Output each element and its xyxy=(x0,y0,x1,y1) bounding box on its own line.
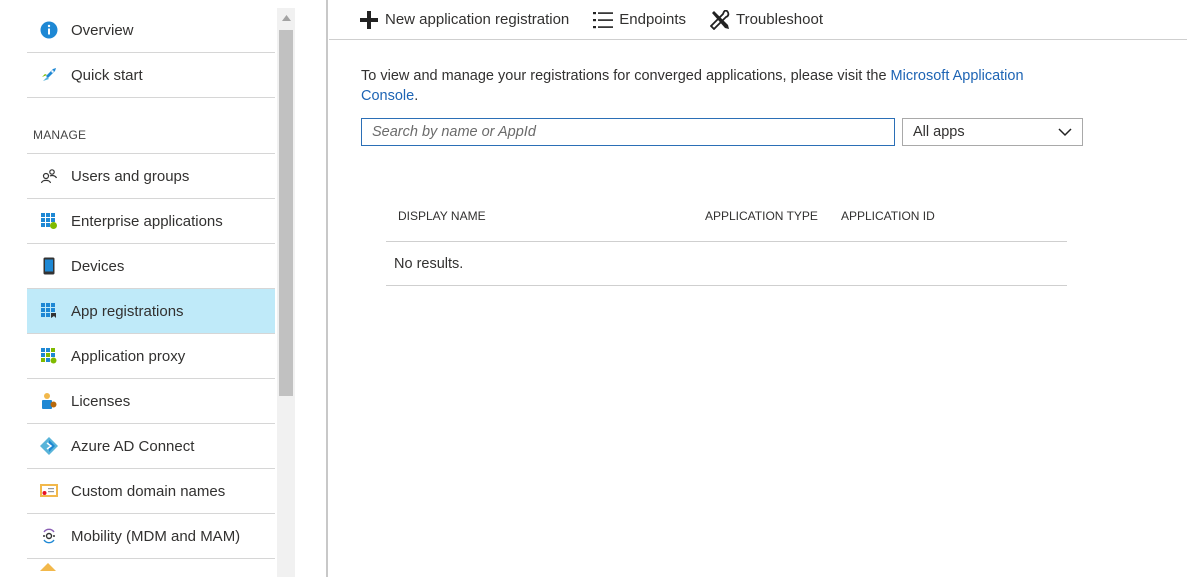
sidebar-item-mobility[interactable]: Mobility (MDM and MAM) xyxy=(27,514,275,559)
sidebar-item-licenses[interactable]: Licenses xyxy=(27,379,275,424)
sidebar-item-label: Application proxy xyxy=(71,347,186,365)
sidebar-item-azure-ad-connect[interactable]: Azure AD Connect xyxy=(27,424,275,469)
troubleshoot-label: Troubleshoot xyxy=(735,11,823,28)
plus-icon xyxy=(360,10,378,29)
app-proxy-icon xyxy=(27,347,71,365)
app-type-filter-value: All apps xyxy=(913,124,965,140)
users-icon xyxy=(27,167,71,185)
table-header: DISPLAY NAME APPLICATION TYPE APPLICATIO… xyxy=(386,195,1067,242)
command-bar: New application registration Endpoints T… xyxy=(329,0,1187,40)
sidebar-item-app-registrations[interactable]: App registrations xyxy=(27,289,275,334)
sidebar-nav: Overview Quick start MANAGE Users and gr… xyxy=(27,8,275,571)
sidebar-item-label: Enterprise applications xyxy=(71,212,223,230)
sidebar-item-label: Users and groups xyxy=(71,167,190,185)
sidebar-item-enterprise-applications[interactable]: Enterprise applications xyxy=(27,199,275,244)
sidebar: Overview Quick start MANAGE Users and gr… xyxy=(0,0,300,577)
list-icon xyxy=(593,11,614,28)
section-header-manage: MANAGE xyxy=(27,98,275,154)
chevron-down-icon xyxy=(1058,127,1072,136)
endpoints-button[interactable]: Endpoints xyxy=(593,11,686,29)
ad-connect-icon xyxy=(27,436,71,456)
main-content: New application registration Endpoints T… xyxy=(329,0,1187,577)
new-application-registration-button[interactable]: New application registration xyxy=(359,10,569,30)
device-icon xyxy=(27,257,71,275)
info-text: To view and manage your registrations fo… xyxy=(361,68,891,84)
partial-icon xyxy=(40,563,56,571)
sidebar-item-label: Licenses xyxy=(71,392,131,410)
app-type-filter-dropdown[interactable]: All apps xyxy=(902,118,1083,146)
sidebar-item-label: Azure AD Connect xyxy=(71,437,195,455)
scrollbar-thumb[interactable] xyxy=(279,30,293,396)
sidebar-item-label: Custom domain names xyxy=(71,482,226,500)
sidebar-item-label: Mobility (MDM and MAM) xyxy=(71,527,241,545)
info-icon xyxy=(27,21,71,39)
sidebar-item-partial xyxy=(27,559,275,571)
sidebar-item-label: Overview xyxy=(71,21,134,39)
app-registrations-table: DISPLAY NAME APPLICATION TYPE APPLICATIO… xyxy=(386,195,1067,286)
new-application-registration-label: New application registration xyxy=(385,11,570,28)
sidebar-scrollbar[interactable] xyxy=(277,8,295,577)
sidebar-item-custom-domain-names[interactable]: Custom domain names xyxy=(27,469,275,514)
sidebar-item-label: Devices xyxy=(71,257,125,275)
licenses-icon xyxy=(27,392,71,410)
domain-icon xyxy=(27,483,71,499)
info-suffix: . xyxy=(414,88,419,104)
pane-divider xyxy=(326,0,328,577)
sidebar-item-label: App registrations xyxy=(71,302,184,320)
column-header-display-name[interactable]: DISPLAY NAME xyxy=(398,209,486,223)
app-registrations-icon xyxy=(27,302,71,320)
search-input[interactable] xyxy=(361,118,895,146)
sidebar-item-label: Quick start xyxy=(71,66,143,84)
table-row-empty: No results. xyxy=(386,242,1067,286)
sidebar-item-devices[interactable]: Devices xyxy=(27,244,275,289)
scroll-up-arrow-icon[interactable] xyxy=(277,8,295,28)
sidebar-item-users-and-groups[interactable]: Users and groups xyxy=(27,154,275,199)
endpoints-label: Endpoints xyxy=(619,11,686,28)
quick-start-icon xyxy=(27,66,71,84)
sidebar-item-quick-start[interactable]: Quick start xyxy=(27,53,275,98)
info-message: To view and manage your registrations fo… xyxy=(361,66,1081,106)
sidebar-item-overview[interactable]: Overview xyxy=(27,8,275,53)
enterprise-apps-icon xyxy=(27,212,71,230)
tools-icon xyxy=(709,9,730,30)
mobility-icon xyxy=(27,527,71,545)
column-header-application-id[interactable]: APPLICATION ID xyxy=(841,209,935,223)
troubleshoot-button[interactable]: Troubleshoot xyxy=(709,9,823,30)
sidebar-item-application-proxy[interactable]: Application proxy xyxy=(27,334,275,379)
column-header-application-type[interactable]: APPLICATION TYPE xyxy=(705,209,818,223)
no-results-message: No results. xyxy=(394,255,464,272)
